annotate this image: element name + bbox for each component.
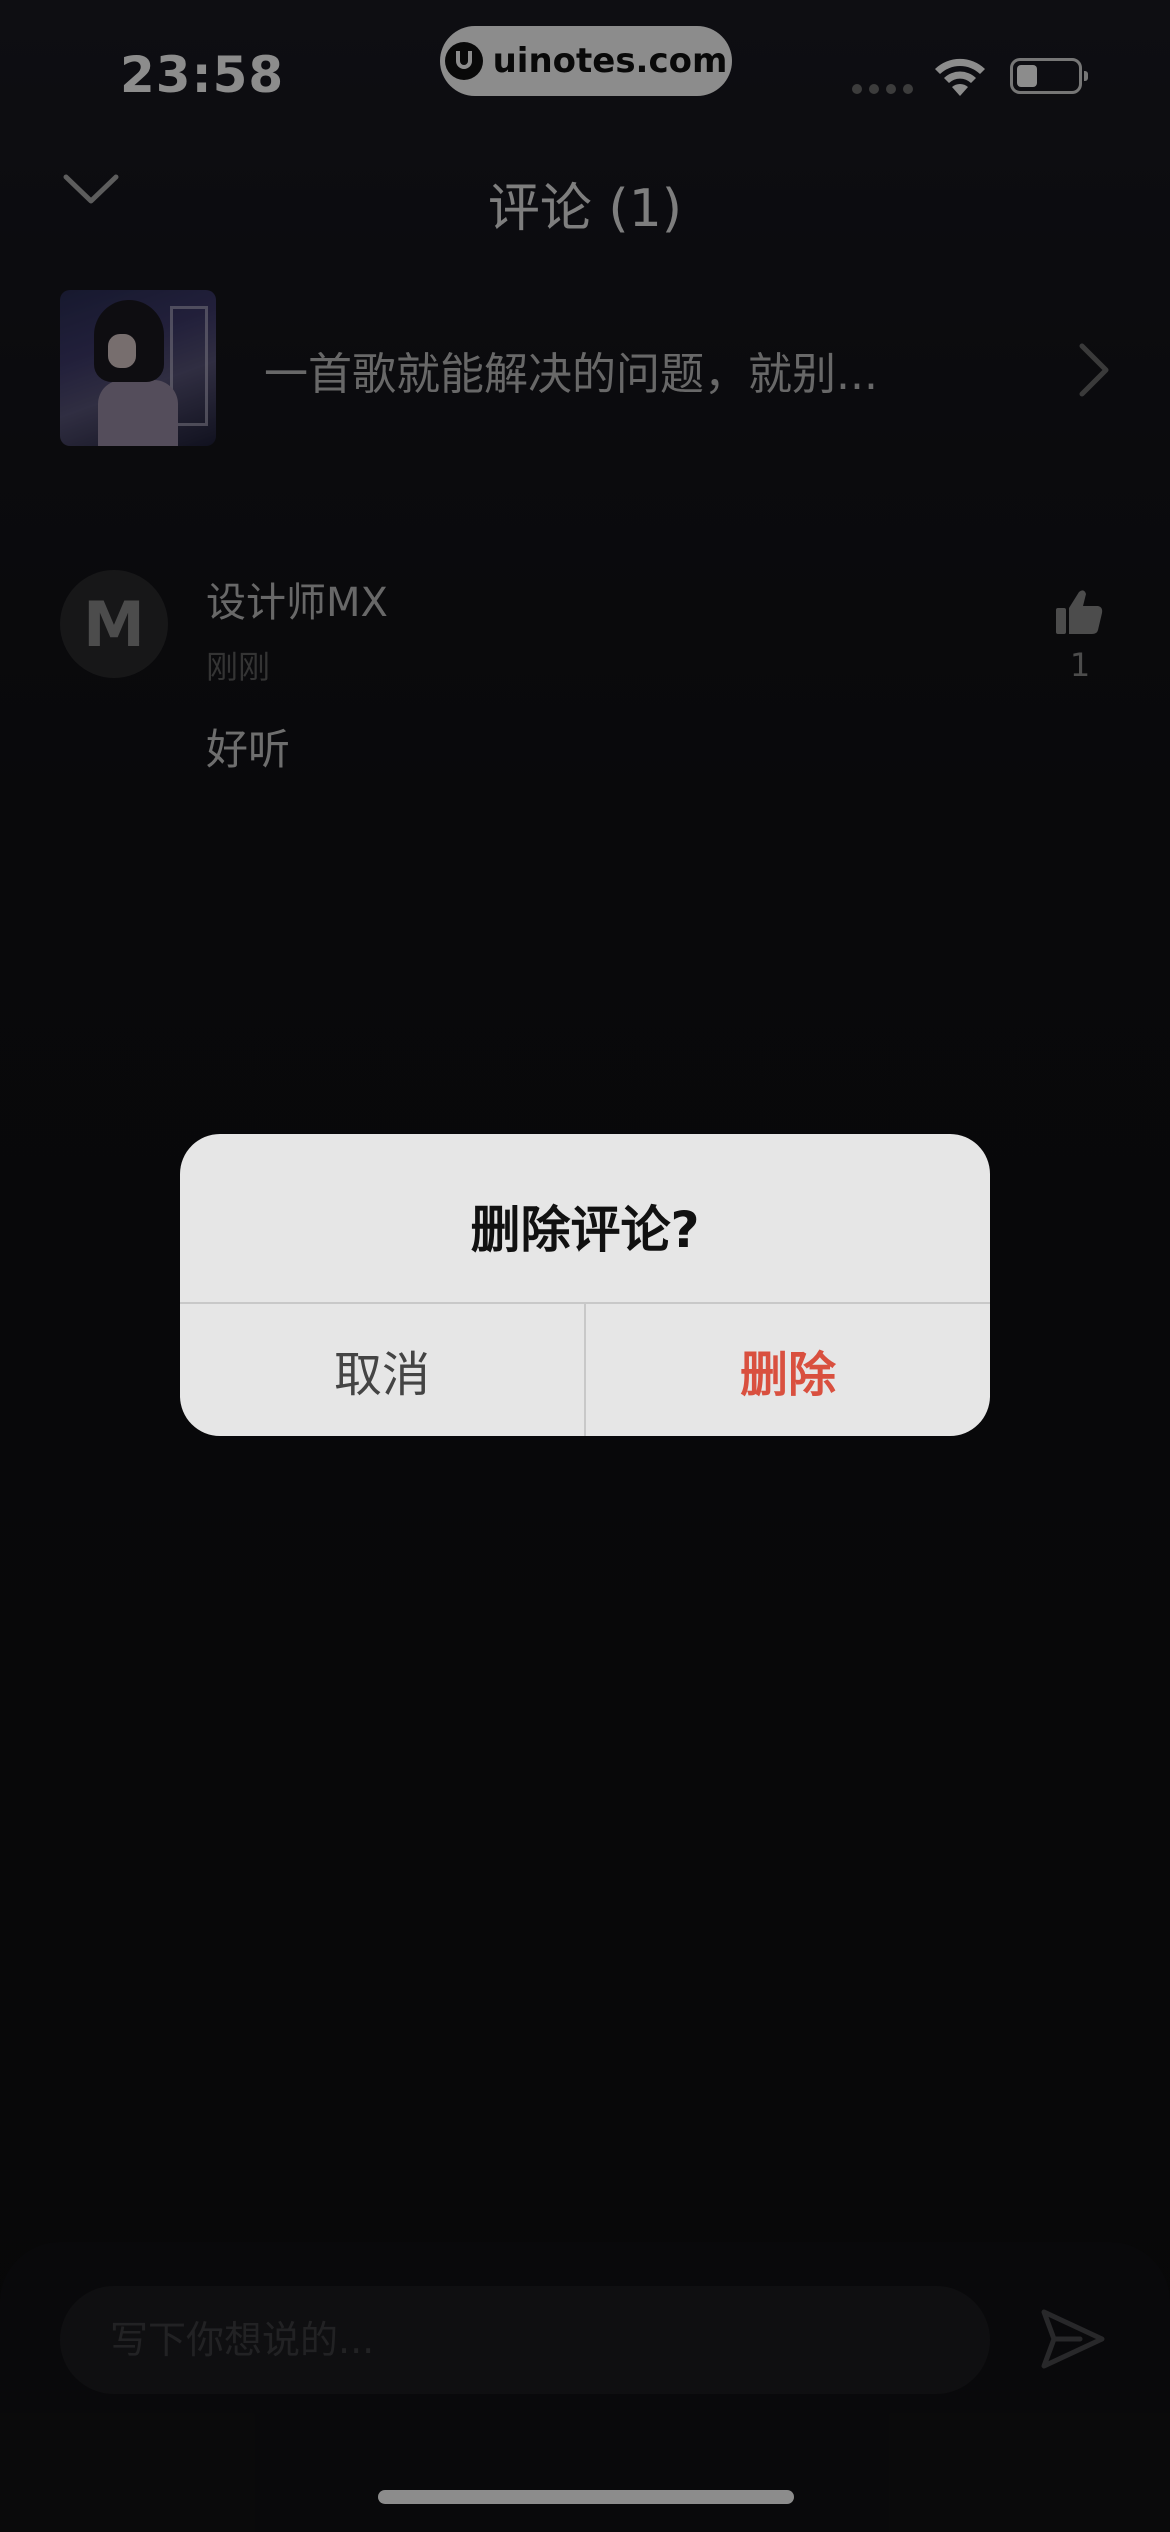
cancel-button[interactable]: 取消 [180,1304,584,1436]
delete-button[interactable]: 删除 [586,1304,990,1436]
comments-screen: 23:58 uinotes.com 评论 (1) 一首歌就能解决的问题，就别..… [0,0,1170,2532]
dialog-title: 删除评论? [470,1201,700,1259]
delete-confirm-dialog: 删除评论? 取消 删除 [180,1134,990,1436]
